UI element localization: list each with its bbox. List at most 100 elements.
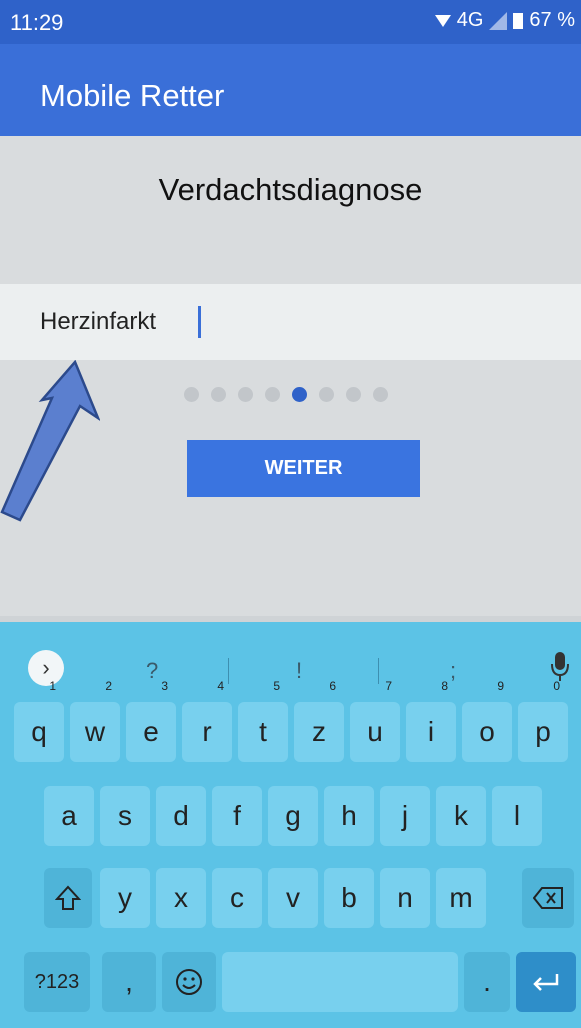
key-label: r [202,716,212,747]
key-label: u [367,716,383,747]
suggestion-bar: › ? ! ; [0,622,581,700]
page-dot [346,387,361,402]
key-label: o [479,716,495,747]
key-alt-label: 9 [497,679,504,693]
suggestion-item[interactable]: ! [296,658,302,684]
key-label: c [230,882,244,913]
key-alt-label: 2 [105,679,112,693]
suggestion-item[interactable]: ? [146,658,158,684]
page-dot [373,387,388,402]
key-label: i [427,716,435,747]
key-label: t [259,716,267,747]
key[interactable]: n [380,868,430,928]
wifi-icon [434,14,451,27]
key-label: q [31,716,47,747]
diagnosis-input[interactable] [40,304,520,340]
key-label: j [401,800,409,831]
key[interactable]: b [324,868,374,928]
key-label: v [286,882,300,913]
mic-icon[interactable] [550,652,570,682]
diagnosis-field[interactable] [0,284,581,360]
space-key[interactable] [222,952,458,1012]
emoji-key[interactable] [162,952,216,1012]
key[interactable]: h [324,786,374,846]
key[interactable]: c [212,868,262,928]
key-label: b [341,882,357,913]
status-icons: 4G 67 % [434,9,575,32]
key[interactable]: i8 [406,680,456,762]
text-cursor [198,306,201,338]
chevron-right-icon[interactable]: › [28,650,64,686]
suggestion-item[interactable]: ; [450,658,456,684]
key-label: m [449,882,473,913]
key[interactable]: j [380,786,430,846]
key-label: k [454,800,468,831]
key-label: d [173,800,189,831]
key-alt-label: 0 [553,679,560,693]
key[interactable]: y [100,868,150,928]
key[interactable]: a [44,786,94,846]
key-label: e [143,716,159,747]
key-alt-label: 3 [161,679,168,693]
page-dot [238,387,253,402]
page-dot [211,387,226,402]
key[interactable]: q1 [14,680,64,762]
battery-icon [513,12,524,29]
page-dot [265,387,280,402]
comma-key[interactable]: , [102,952,156,1012]
key[interactable]: k [436,786,486,846]
symbols-key[interactable]: ?123 [24,952,90,1012]
network-type: 4G [456,9,484,31]
page-dot [184,387,199,402]
key-label: x [174,882,188,913]
app-bar: Mobile Retter [0,44,581,136]
signal-icon [489,11,508,30]
enter-key[interactable] [516,952,576,1012]
key[interactable]: f [212,786,262,846]
key[interactable]: l [492,786,542,846]
shift-key[interactable] [44,868,92,928]
key[interactable]: w2 [70,680,120,762]
key[interactable]: v [268,868,318,928]
app-title: Mobile Retter [40,78,225,113]
key-label: p [535,716,551,747]
key[interactable]: e3 [126,680,176,762]
backspace-icon [532,887,563,909]
key-label: f [233,800,241,831]
key[interactable]: m [436,868,486,928]
key-alt-label: 8 [441,679,448,693]
keyboard: › ? ! ; q1w2e3r4t5z6u7i8o9p0 asdfghjkl y… [0,622,581,1028]
key[interactable]: d [156,786,206,846]
key-label: n [397,882,413,913]
shift-icon [54,885,82,910]
key[interactable]: x [156,868,206,928]
key[interactable]: r4 [182,680,232,762]
key[interactable]: o9 [462,680,512,762]
key[interactable]: t5 [238,680,288,762]
key-label: y [118,882,132,913]
key[interactable]: z6 [294,680,344,762]
key[interactable]: s [100,786,150,846]
key[interactable]: g [268,786,318,846]
key-label: h [341,800,357,831]
key-label: g [285,800,301,831]
page-dot [319,387,334,402]
content-area [0,136,581,616]
status-bar: 11:29 4G 67 % [0,0,581,44]
key-alt-label: 1 [49,679,56,693]
period-key[interactable]: . [464,952,510,1012]
backspace-key[interactable] [522,868,574,928]
enter-icon [533,974,559,991]
key-label: z [312,716,326,747]
key-alt-label: 7 [385,679,392,693]
key-alt-label: 4 [217,679,224,693]
weiter-button[interactable]: WEITER [187,440,420,497]
page-indicator [184,387,388,402]
key-alt-label: 6 [329,679,336,693]
suggestion-divider [378,658,379,684]
page-dot-active [292,387,307,402]
key[interactable]: p0 [518,680,568,762]
key[interactable]: u7 [350,680,400,762]
key-label: s [118,800,132,831]
status-time: 11:29 [10,10,64,35]
